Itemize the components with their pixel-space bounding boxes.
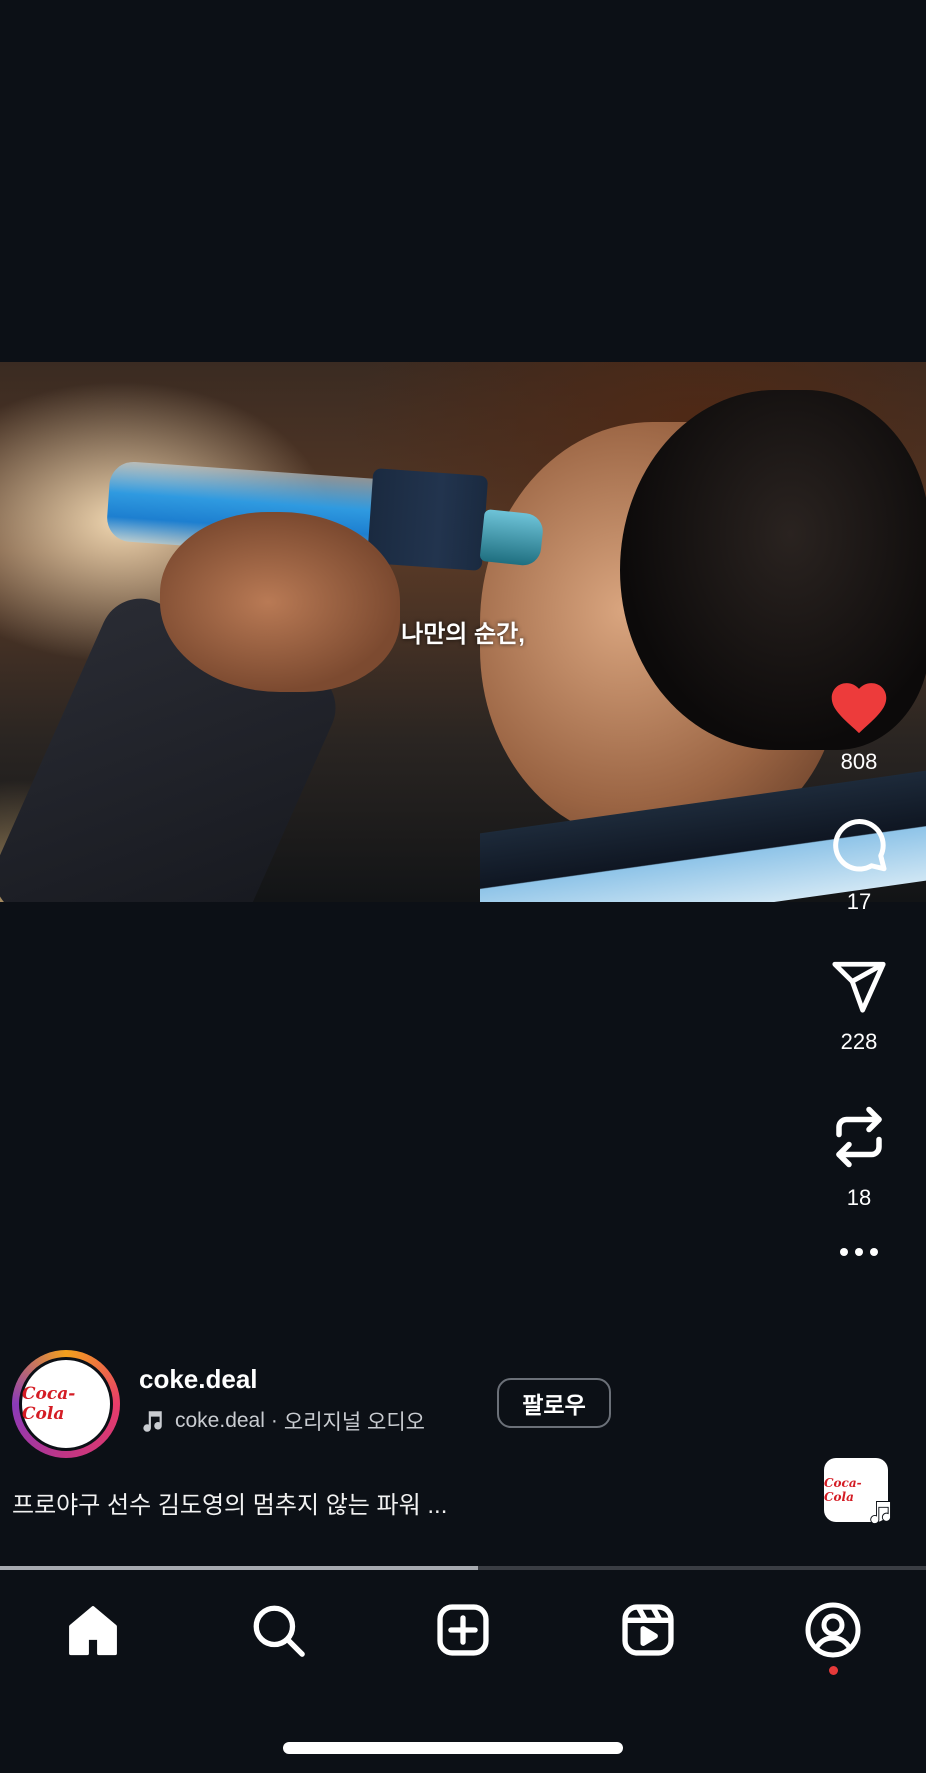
video-scene-bottle-neck — [479, 509, 545, 567]
like-count: 808 — [840, 749, 878, 774]
nav-reels[interactable] — [608, 1590, 688, 1670]
notification-dot — [829, 1666, 839, 1675]
home-icon — [68, 1606, 117, 1656]
reel-actions: 808 17 228 18 — [814, 675, 904, 1259]
username[interactable]: coke.deal — [139, 1364, 258, 1395]
search-icon — [253, 1605, 305, 1657]
nav-search[interactable] — [238, 1590, 318, 1670]
comment-button[interactable]: 17 — [829, 815, 889, 915]
music-note-icon — [143, 1411, 162, 1432]
more-icon — [840, 1248, 878, 1256]
profile-icon — [805, 1602, 861, 1658]
bottom-nav — [0, 1570, 926, 1690]
nav-profile[interactable] — [793, 1590, 873, 1675]
audio-link[interactable]: coke.deal · 오리지널 오디오 — [139, 1406, 425, 1436]
send-icon — [832, 961, 886, 1013]
repost-icon — [836, 1106, 882, 1168]
post-description[interactable]: 프로야구 선수 김도영의 멈추지 않는 파워 ... — [12, 1485, 447, 1520]
video-caption: 나만의 순간, — [401, 621, 525, 648]
audio-name: coke.deal — [175, 1409, 265, 1432]
story-ring[interactable]: Coca-Cola — [12, 1350, 120, 1458]
comment-count: 17 — [846, 889, 872, 914]
share-count: 228 — [840, 1029, 878, 1054]
nav-home[interactable] — [53, 1590, 133, 1670]
share-button[interactable]: 228 — [828, 957, 890, 1055]
audio-type: 오리지널 오디오 — [283, 1411, 425, 1434]
video-scene-bottle-label — [366, 468, 489, 571]
coca-cola-logo: Coca-Cola — [22, 1384, 76, 1424]
home-indicator — [283, 1742, 623, 1754]
video-scene-hand — [160, 512, 400, 692]
comment-icon — [833, 819, 887, 872]
reels-icon — [622, 1604, 674, 1656]
create-icon — [437, 1604, 489, 1656]
avatar[interactable]: Coca-Cola — [19, 1357, 113, 1451]
like-button[interactable]: 808 — [826, 675, 892, 775]
remix-button[interactable]: 18 — [829, 1103, 889, 1211]
music-note-icon — [870, 1501, 891, 1525]
nav-create[interactable] — [423, 1590, 503, 1670]
heart-icon — [831, 683, 887, 734]
post-author-row: Coca-Cola coke.deal coke.deal · 오리지널 오디오… — [12, 1350, 712, 1460]
reel-video[interactable]: 나만의 순간, — [0, 362, 926, 902]
audio-separator: · — [270, 1409, 278, 1432]
remix-count: 18 — [846, 1185, 872, 1210]
more-options-button[interactable] — [837, 1245, 881, 1259]
follow-button[interactable]: 팔로우 — [497, 1378, 611, 1428]
